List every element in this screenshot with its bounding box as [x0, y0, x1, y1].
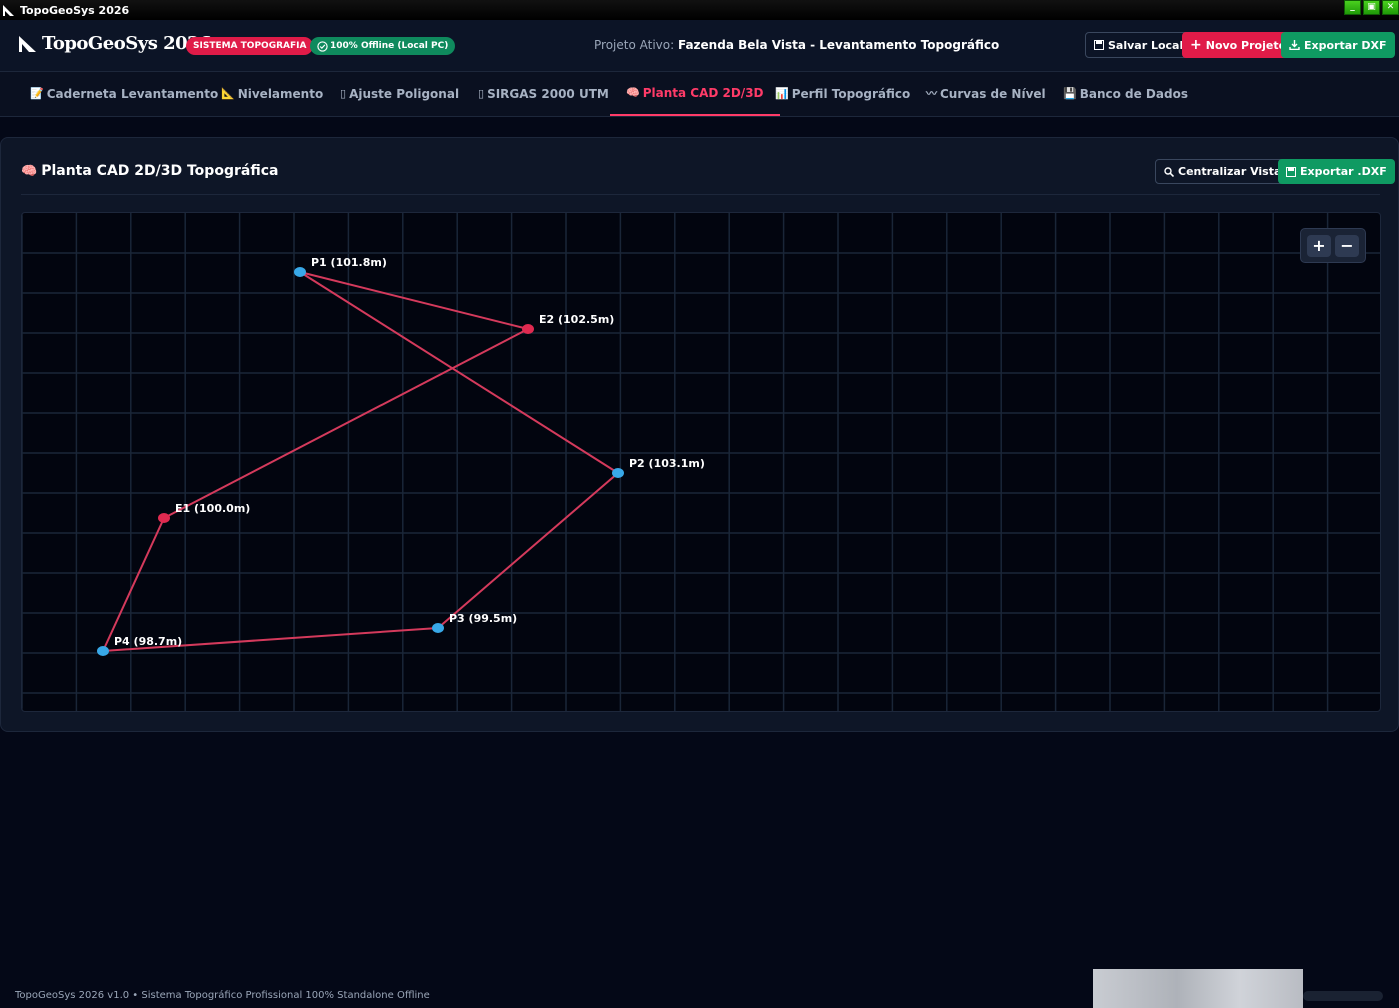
tab-nivelamento[interactable]: 📐 Nivelamento	[221, 72, 323, 116]
maximize-button[interactable]: ▣	[1363, 0, 1380, 15]
footer-text: TopoGeoSys 2026 v1.0 • Sistema Topográfi…	[15, 990, 430, 1001]
offline-badge: 100% Offline (Local PC)	[310, 37, 456, 55]
globe-icon: ▯	[478, 87, 485, 100]
wave-icon: 〰	[926, 87, 937, 100]
check-circle-icon	[317, 40, 328, 52]
app-logo-icon	[3, 5, 14, 16]
survey-point-e1[interactable]	[158, 513, 170, 523]
save-local-label: Salvar Local	[1108, 38, 1184, 52]
tab-ajuste-poligonal[interactable]: ▯ Ajuste Poligonal	[340, 72, 459, 116]
cad-panel: 🧠 Planta CAD 2D/3D Topográfica Centraliz…	[0, 137, 1399, 732]
traverse-line	[102, 517, 165, 652]
active-project-label: Projeto Ativo:	[594, 38, 675, 52]
blurred-overlay	[1093, 969, 1303, 1008]
tab-label: Caderneta Levantamento	[46, 87, 219, 101]
panel-title-text: Planta CAD 2D/3D Topográfica	[41, 163, 279, 179]
export-dxf-button[interactable]: Exportar DXF	[1281, 32, 1395, 58]
polygon-icon: ▯	[340, 87, 347, 100]
tab-label: SIRGAS 2000 UTM	[487, 87, 609, 101]
search-icon	[1164, 166, 1174, 177]
app-logo: TopoGeoSys 2026	[18, 33, 212, 54]
zoom-out-button[interactable]: −	[1335, 234, 1359, 257]
brain-icon: 🧠	[21, 163, 38, 179]
status-footer: TopoGeoSys 2026 v1.0 • Sistema Topográfi…	[0, 969, 1399, 1008]
cad-canvas[interactable]: P1 (101.8m) E2 (102.5m) P2 (103.1m) E1 (100…	[21, 212, 1381, 712]
point-label: E2 (102.5m)	[539, 313, 614, 326]
active-project-name: Fazenda Bela Vista - Levantamento Topogr…	[677, 38, 1000, 52]
point-label: E1 (100.0m)	[175, 502, 250, 515]
floppy-icon: 💾	[1063, 87, 1077, 100]
download-icon	[1289, 40, 1300, 50]
tab-label: Perfil Topográfico	[791, 87, 911, 101]
export-dxf-panel-label: Exportar .DXF	[1300, 165, 1387, 178]
window-titlebar: TopoGeoSys 2026 _ ▣ ✕	[0, 0, 1399, 20]
new-project-label: Novo Projeto	[1205, 38, 1287, 52]
tab-label: Ajuste Poligonal	[349, 87, 460, 101]
plus-icon: +	[1190, 37, 1202, 53]
new-project-button[interactable]: + Novo Projeto	[1182, 32, 1295, 58]
close-button[interactable]: ✕	[1382, 0, 1399, 15]
tab-curvas[interactable]: 〰 Curvas de Nível	[926, 72, 1046, 116]
panel-divider	[21, 194, 1380, 195]
survey-point-p4[interactable]	[97, 646, 109, 656]
brain-icon: 🧠	[626, 86, 640, 99]
tab-label: Planta CAD 2D/3D	[642, 86, 764, 100]
point-label: P3 (99.5m)	[449, 612, 517, 625]
window-title: TopoGeoSys 2026	[20, 3, 130, 17]
traverse-line	[299, 271, 529, 330]
panel-title: 🧠 Planta CAD 2D/3D Topográfica	[21, 163, 278, 179]
traverse-line	[437, 472, 619, 629]
survey-point-p3[interactable]	[432, 623, 444, 633]
export-dxf-panel-button[interactable]: Exportar .DXF	[1278, 159, 1395, 184]
cad-drawing[interactable]: P1 (101.8m) E2 (102.5m) P2 (103.1m) E1 (100…	[22, 213, 1381, 712]
survey-point-p1[interactable]	[294, 267, 306, 277]
tab-label: Nivelamento	[237, 87, 324, 101]
ruler-triangle-icon: 📐	[221, 87, 235, 100]
tab-label: Curvas de Nível	[940, 87, 1046, 101]
point-label: P4 (98.7m)	[114, 635, 182, 648]
main-tabs: 📝 Caderneta Levantamento 📐 Nivelamento ▯ Aj…	[0, 72, 1399, 117]
point-label: P2 (103.1m)	[629, 457, 705, 470]
center-view-button[interactable]: Centralizar Vista	[1155, 159, 1291, 184]
floppy-icon	[1286, 166, 1296, 177]
tab-perfil[interactable]: 📊 Perfil Topográfico	[775, 72, 910, 116]
survey-point-p2[interactable]	[612, 468, 624, 478]
export-dxf-label: Exportar DXF	[1304, 38, 1387, 52]
bar-chart-icon: 📊	[775, 87, 789, 100]
save-local-button[interactable]: Salvar Local	[1085, 32, 1193, 58]
tab-banco-dados[interactable]: 💾 Banco de Dados	[1063, 72, 1188, 116]
window-controls: _ ▣ ✕	[1344, 0, 1399, 15]
minimize-button[interactable]: _	[1344, 0, 1361, 15]
notebook-icon: 📝	[30, 87, 44, 100]
set-square-icon	[19, 35, 36, 52]
tab-sirgas[interactable]: ▯ SIRGAS 2000 UTM	[478, 72, 609, 116]
tab-label: Banco de Dados	[1079, 87, 1188, 101]
tab-planta-cad[interactable]: 🧠 Planta CAD 2D/3D	[610, 72, 780, 116]
point-label: P1 (101.8m)	[311, 256, 387, 269]
center-view-label: Centralizar Vista	[1178, 165, 1282, 178]
offline-badge-label: 100% Offline (Local PC)	[330, 41, 449, 51]
tab-caderneta[interactable]: 📝 Caderneta Levantamento	[30, 72, 218, 116]
survey-point-e2[interactable]	[522, 324, 534, 334]
system-badge: SISTEMA TOPOGRAFIA	[186, 37, 314, 55]
floppy-icon	[1094, 40, 1104, 50]
traverse-line	[163, 328, 529, 519]
zoom-controls: + −	[1300, 228, 1366, 263]
zoom-in-button[interactable]: +	[1307, 234, 1331, 257]
active-project: Projeto Ativo: Fazenda Bela Vista - Leva…	[594, 38, 999, 52]
blurred-overlay-text	[1303, 991, 1383, 1001]
app-header: TopoGeoSys 2026 SISTEMA TOPOGRAFIA 100% …	[0, 20, 1399, 72]
